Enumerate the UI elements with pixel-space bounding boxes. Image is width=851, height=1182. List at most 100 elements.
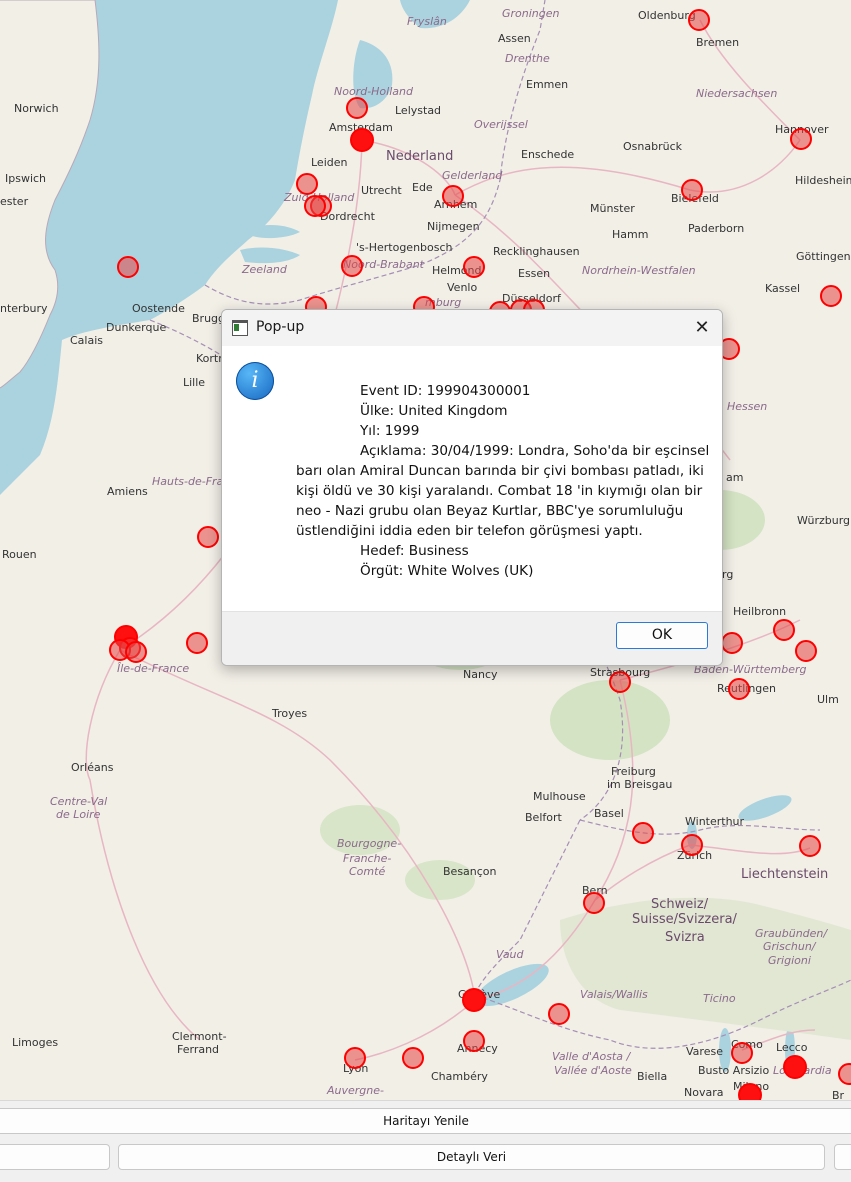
event-marker[interactable] <box>117 256 139 278</box>
map-label-essen: Essen <box>518 267 551 280</box>
refresh-map-button[interactable]: Haritayı Yenile <box>0 1108 851 1134</box>
description-line-2: barı olan Amiral Duncan barında bir çivi… <box>296 463 704 479</box>
event-marker[interactable] <box>820 285 842 307</box>
event-id-text: Event ID: 199904300001 <box>360 383 531 399</box>
map-label-comte: Comté <box>349 865 386 878</box>
window-app-icon <box>232 320 248 336</box>
event-marker[interactable] <box>632 822 654 844</box>
map-label-svizra: Svizra <box>665 930 705 945</box>
map-label-assen: Assen <box>498 32 531 45</box>
event-marker[interactable] <box>344 1047 366 1069</box>
map-label-br: Br <box>832 1089 845 1101</box>
event-marker[interactable] <box>731 1042 753 1064</box>
map-label-ferrand: Ferrand <box>177 1043 220 1056</box>
map-label-vaud: Vaud <box>496 948 524 961</box>
map-label-mulhouse: Mulhouse <box>533 790 586 803</box>
map-label-freiburg: Freiburg <box>611 765 656 778</box>
bottom-panel: Haritayı Yenile Detaylı Veri <box>0 1100 851 1182</box>
map-label-oostende: Oostende <box>132 302 185 315</box>
description-line-3: kişi öldü ve 30 kişi yaralandı. Combat 1… <box>296 483 703 499</box>
map-label-munster: Münster <box>590 202 635 215</box>
event-marker[interactable] <box>688 9 710 31</box>
event-marker[interactable] <box>795 640 817 662</box>
event-marker[interactable] <box>442 185 464 207</box>
event-marker[interactable] <box>609 671 631 693</box>
map-label-emmen: Emmen <box>526 78 569 91</box>
map-label-belfort: Belfort <box>525 811 562 824</box>
map-label-basel: Basel <box>594 807 624 820</box>
event-marker[interactable] <box>681 179 703 201</box>
close-button[interactable]: ✕ <box>690 316 714 340</box>
event-marker[interactable] <box>773 619 795 641</box>
map-label-busto: Busto Arsizio <box>698 1064 770 1077</box>
event-marker[interactable] <box>197 526 219 548</box>
right-partial-button[interactable] <box>834 1144 851 1170</box>
event-marker[interactable] <box>681 834 703 856</box>
event-marker[interactable] <box>350 128 374 152</box>
event-marker[interactable] <box>341 255 363 277</box>
map-label-ticino: Ticino <box>703 992 736 1005</box>
event-marker[interactable] <box>463 1030 485 1052</box>
map-label-frysian: Fryslân <box>407 15 447 28</box>
event-marker[interactable] <box>548 1003 570 1025</box>
description-line-1: Açıklama: 30/04/1999: Londra, Soho'da bi… <box>360 443 710 459</box>
event-marker[interactable] <box>721 632 743 654</box>
description-line-5: üstlendiğini iddia eden bir telefon görü… <box>296 523 643 539</box>
map-label-hessen: Hessen <box>727 400 768 413</box>
detailed-data-button[interactable]: Detaylı Veri <box>118 1144 825 1170</box>
event-marker[interactable] <box>738 1083 762 1100</box>
ok-button[interactable]: OK <box>616 622 708 649</box>
map-label-am: am <box>726 471 744 484</box>
map-label-paderborn: Paderborn <box>688 222 745 235</box>
map-label-heilbronn: Heilbronn <box>733 605 787 618</box>
map-label-chambery: Chambéry <box>431 1070 488 1083</box>
map-label-grischun: Grischun/ <box>763 940 816 953</box>
year-text: Yıl: 1999 <box>360 423 420 439</box>
map-label-orleans: Orléans <box>71 761 114 774</box>
map-label-grigioni: Grigioni <box>768 954 811 967</box>
map-label-dunkerque: Dunkerque <box>106 321 167 334</box>
map-label-ipswich: Ipswich <box>5 172 47 185</box>
event-marker[interactable] <box>799 835 821 857</box>
event-marker[interactable] <box>783 1055 807 1079</box>
dialog-title: Pop-up <box>256 319 305 335</box>
map-label-rouen: Rouen <box>2 548 37 561</box>
event-marker[interactable] <box>125 641 147 663</box>
map-label-gottingen: Göttingen <box>796 250 851 263</box>
map-label-utrecht: Utrecht <box>361 184 402 197</box>
map-label-biella: Biella <box>637 1070 668 1083</box>
event-marker[interactable] <box>790 128 812 150</box>
map-label-limoges: Limoges <box>12 1036 59 1049</box>
map-label-nancy: Nancy <box>463 668 498 681</box>
event-marker[interactable] <box>728 678 750 700</box>
event-marker[interactable] <box>583 892 605 914</box>
event-marker[interactable] <box>402 1047 424 1069</box>
map-label-valais: Valais/Wallis <box>580 988 648 1001</box>
event-marker[interactable] <box>462 988 486 1012</box>
map-label-lelystad: Lelystad <box>395 104 442 117</box>
popup-dialog: Pop-up ✕ i Event ID: 199904300001 Ülke: … <box>221 309 723 666</box>
map-label-gelderland: Gelderland <box>442 169 503 182</box>
map-label-iledefrance: Île-de-France <box>117 662 190 675</box>
description-line-4: neo - Nazi grubu olan Beyaz Kurtlar, BBC… <box>296 503 684 519</box>
dialog-titlebar[interactable]: Pop-up ✕ <box>222 310 722 346</box>
map-label-schweiz: Schweiz/ <box>651 897 709 912</box>
event-marker[interactable] <box>186 632 208 654</box>
map-label-kassel: Kassel <box>765 282 801 295</box>
map-label-norwich: Norwich <box>14 102 59 115</box>
left-partial-button[interactable] <box>0 1144 110 1170</box>
event-marker[interactable] <box>296 173 318 195</box>
map-label-de-loire: de Loire <box>56 808 101 821</box>
map-label-lecco: Lecco <box>776 1041 808 1054</box>
map-label-osnabruck: Osnabrück <box>623 140 682 153</box>
map-label-zeeland: Zeeland <box>242 263 287 276</box>
map-label-graubunden: Graubünden/ <box>755 927 828 940</box>
map-label-novara: Novara <box>684 1086 724 1099</box>
event-marker[interactable] <box>346 97 368 119</box>
map-label-noord-holland: Noord-Holland <box>334 85 413 98</box>
map-label-breisgau: im Breisgau <box>607 778 673 791</box>
map-label-ulm: Ulm <box>817 693 839 706</box>
map-label-hildesheim: Hildesheim <box>795 174 851 187</box>
event-marker[interactable] <box>463 256 485 278</box>
event-marker[interactable] <box>304 195 326 217</box>
